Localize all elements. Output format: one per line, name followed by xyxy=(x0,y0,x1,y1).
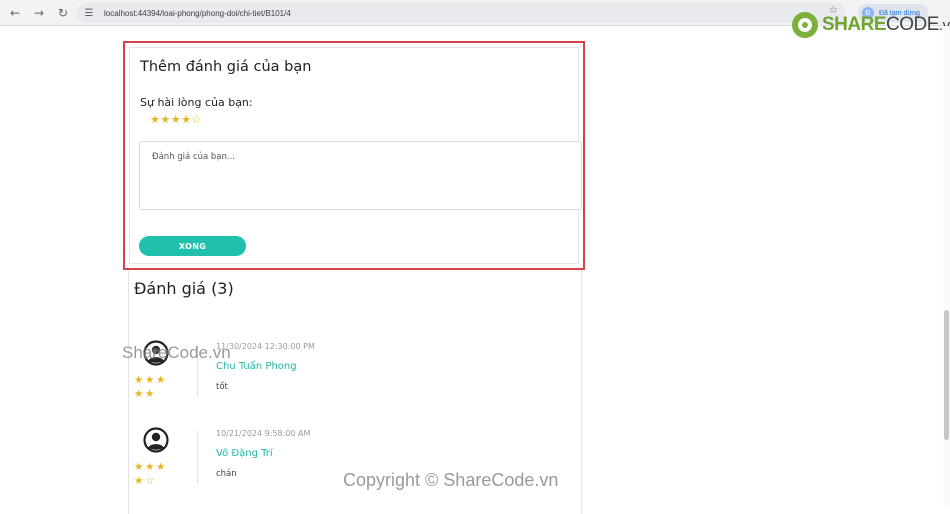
star-filled-icon: ★ xyxy=(134,388,144,400)
star-filled-icon[interactable]: ★ xyxy=(150,114,160,125)
submit-review-button[interactable]: XONG xyxy=(139,236,246,256)
star-empty-icon: ☆ xyxy=(145,475,155,487)
star-filled-icon: ★ xyxy=(145,388,155,400)
forward-icon[interactable]: → xyxy=(30,4,48,22)
review-form-title: Thêm đánh giá của bạn xyxy=(140,59,312,75)
sharecode-logo-icon xyxy=(792,12,818,38)
site-settings-icon[interactable]: ☰ xyxy=(82,6,96,20)
reviewer-name[interactable]: Chu Tuấn Phong xyxy=(216,361,297,372)
star-filled-icon[interactable]: ★ xyxy=(171,114,181,125)
review-rating-stars: ★ ★ ★ ★ ☆ xyxy=(134,460,174,488)
reload-icon[interactable]: ↻ xyxy=(54,4,72,22)
page-scrollbar[interactable] xyxy=(943,26,950,506)
sharecode-logo-text: SHARECODE.vn xyxy=(822,14,950,35)
user-avatar-icon xyxy=(143,427,169,453)
review-form-card: Thêm đánh giá của bạn Sự hài lòng của bạ… xyxy=(129,47,582,264)
star-filled-icon: ★ xyxy=(134,374,144,386)
star-filled-icon[interactable]: ★ xyxy=(160,114,170,125)
star-filled-icon: ★ xyxy=(156,461,166,473)
back-icon[interactable]: ← xyxy=(6,4,24,22)
rating-stars-input[interactable]: ★ ★ ★ ★ ☆ xyxy=(150,114,202,125)
reviewer-name[interactable]: Võ Đặng Trí xyxy=(216,448,273,459)
star-filled-icon: ★ xyxy=(145,374,155,386)
sharecode-logo: SHARECODE.vn xyxy=(792,10,950,40)
satisfaction-label: Sự hài lòng của bạn: xyxy=(140,96,253,109)
star-filled-icon[interactable]: ★ xyxy=(181,114,191,125)
review-divider xyxy=(197,431,198,483)
review-divider xyxy=(197,344,198,396)
review-item: ★ ★ ★ ★ ★ 11/30/2024 12:30:00 PM Chu Tuấn Ph… xyxy=(134,340,574,410)
review-comment-input[interactable] xyxy=(139,141,582,210)
page-scroll-thumb[interactable] xyxy=(944,310,949,440)
star-filled-icon: ★ xyxy=(156,374,166,386)
star-filled-icon: ★ xyxy=(145,461,155,473)
review-item: ★ ★ ★ ★ ☆ 10/21/2024 9:58:00 AM Võ Đặng Trí … xyxy=(134,427,574,497)
address-bar[interactable]: ☰ localhost:44394/loai-phong/phong-doi/c… xyxy=(76,3,846,23)
star-filled-icon: ★ xyxy=(134,475,144,487)
star-filled-icon: ★ xyxy=(134,461,144,473)
reviews-heading: Đánh giá (3) xyxy=(134,279,234,298)
review-date: 11/30/2024 12:30:00 PM xyxy=(216,342,315,351)
url-text[interactable]: localhost:44394/loai-phong/phong-doi/chi… xyxy=(104,9,291,18)
star-empty-icon[interactable]: ☆ xyxy=(192,114,202,125)
review-form: Thêm đánh giá của bạn Sự hài lòng của bạ… xyxy=(123,41,585,270)
review-date: 10/21/2024 9:58:00 AM xyxy=(216,429,311,438)
user-avatar-icon xyxy=(143,340,169,366)
review-comment: chán xyxy=(216,469,237,479)
review-rating-stars: ★ ★ ★ ★ ★ xyxy=(134,373,174,401)
review-comment: tốt xyxy=(216,382,228,392)
